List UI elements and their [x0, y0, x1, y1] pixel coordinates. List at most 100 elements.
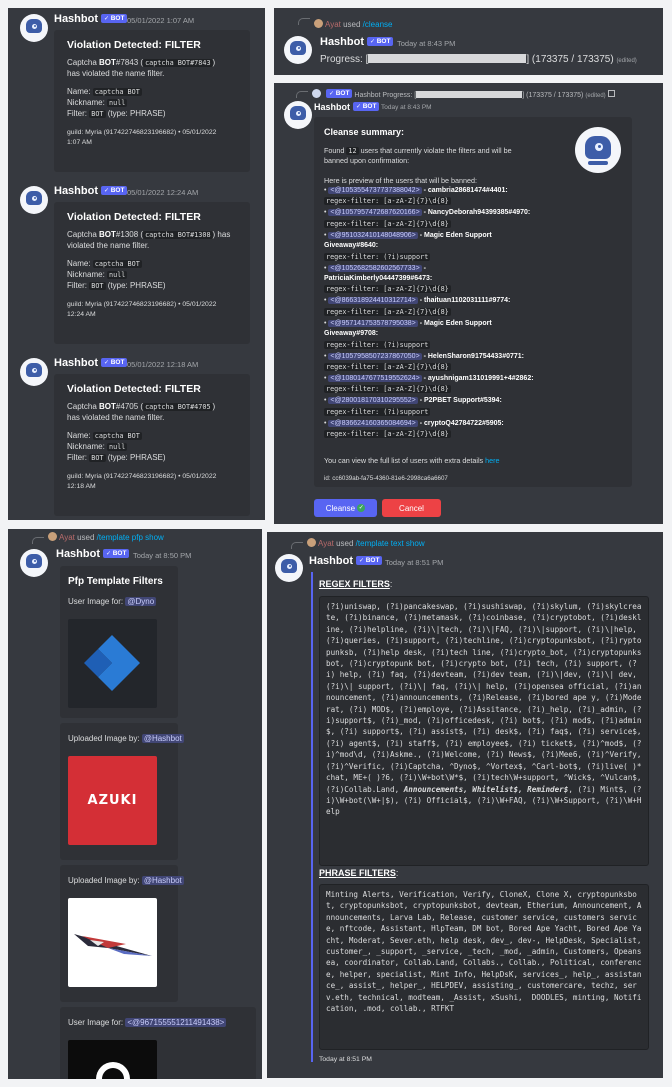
hashbot-avatar[interactable]	[284, 101, 312, 129]
user-mention[interactable]: <@1052682582602567733>	[328, 264, 422, 272]
hashbot-avatar[interactable]	[20, 186, 48, 214]
user-line: • <@1057958507237867050> - HelenSharon91…	[324, 352, 524, 360]
dyno-image[interactable]	[68, 619, 157, 708]
hashbot-thumbnail	[575, 127, 621, 173]
user-line: • <@951032410148048906> - Magic Eden Sup…	[324, 231, 492, 239]
user-mention[interactable]: <@1080147677519552624>	[328, 375, 422, 382]
reply-context[interactable]: Ayat used /cleanse	[314, 19, 392, 29]
user-mention[interactable]: <@836624160365084694>	[328, 419, 418, 427]
embed-title: Violation Detected: FILTER	[67, 39, 201, 51]
pfp-embed-3: Uploaded Image by: @Hashbot	[60, 865, 184, 1002]
reply-context[interactable]: Ayat used /template text show	[307, 538, 425, 548]
username-text: Hashbot	[314, 102, 350, 112]
uploaded-image[interactable]	[68, 898, 157, 987]
filter-line: regex-filter: [a-zA-Z]{7}\d{8}	[324, 384, 624, 395]
cleanse-embed: Cleanse summary: Found 12 users that cur…	[314, 117, 632, 487]
reply-context[interactable]: BOT Hashbot Progress: [] (173375 / 17337…	[312, 89, 615, 99]
hashbot-avatar[interactable]	[20, 549, 48, 577]
banned-user-entry: • <@1053554737737388042> - cambria286814…	[324, 186, 624, 208]
bot-badge: BOT	[103, 549, 130, 558]
username[interactable]: HashbotBOT	[309, 555, 383, 567]
username-text: Hashbot	[54, 13, 98, 25]
banned-user-entry: • <@836624160365084694> - cryptoQ4278472…	[324, 419, 624, 441]
user-mention[interactable]: <@957141753578795038>	[328, 319, 418, 327]
user-line: • <@836624160365084694> - cryptoQ4278472…	[324, 419, 504, 427]
cleanse-id: id: cc6039ab-fa75-4360-81e6-2998ca6a6607	[324, 475, 448, 482]
command-link[interactable]: /template text show	[356, 539, 425, 548]
message-timestamp: Today at 8:43 PM	[381, 104, 432, 111]
violation-line-2: has violated the name filter.	[67, 413, 165, 422]
embed-footer-time: 12:18 AM	[67, 483, 96, 490]
message-timestamp: 05/01/2022 12:18 AM	[127, 360, 199, 369]
user-line-cont: PatriciaKimberly04447399#6473:	[324, 275, 433, 282]
username[interactable]: HashbotBOT	[320, 36, 394, 48]
username[interactable]: HashbotBOT	[56, 548, 130, 560]
command-link[interactable]: /template pfp show	[97, 533, 164, 542]
command-link[interactable]: /cleanse	[363, 20, 393, 29]
username[interactable]: HashbotBOT	[314, 102, 380, 112]
filter-code: regex-filter: [a-zA-Z]{7}\d{8}	[324, 307, 451, 316]
embed-title: Pfp Template Filters	[68, 576, 163, 587]
violation-line-2: violated the name filter.	[67, 241, 150, 250]
user-mention[interactable]: <@280018170310295552>	[328, 397, 418, 405]
violation-embed: Violation Detected: FILTER Captcha BOT#4…	[54, 374, 250, 516]
full-list-link[interactable]: here	[485, 456, 499, 465]
user-mention[interactable]: @Dyno	[125, 597, 157, 606]
user-line: • <@1080147677519552624> - ayushnigam131…	[324, 375, 534, 382]
user-mention[interactable]: <@866318924410312714>	[328, 297, 418, 305]
banned-user-entry: • <@1052682582602567733> - PatriciaKimber…	[324, 264, 624, 296]
user-mention[interactable]: <@1053554737737388042>	[328, 187, 422, 194]
filter-line: regex-filter: [a-zA-Z]{7}\d{8}	[324, 284, 624, 295]
reply-spine	[291, 542, 303, 549]
bot-badge: BOT	[101, 186, 128, 195]
embed-accent-bar	[311, 572, 313, 1062]
reply-spine	[296, 91, 308, 98]
pfp-template-panel: Ayat used /template pfp show HashbotBOT …	[8, 529, 262, 1079]
user-mention[interactable]: @Hashbot	[141, 734, 184, 743]
violation-embed: Violation Detected: FILTER Captcha BOT#7…	[54, 30, 250, 172]
reply-spine	[32, 537, 44, 544]
username-text: Hashbot	[320, 36, 364, 48]
embed-footer-time: 12:24 AM	[67, 311, 96, 318]
progress-bar-mini	[416, 91, 523, 98]
user-line-cont: Giveaway#8640:	[324, 242, 379, 250]
hashbot-avatar[interactable]	[284, 36, 312, 64]
user-mention[interactable]: <@967155551211491438>	[125, 1018, 227, 1027]
image-owner-line: User Image for: <@967155551211491438>	[68, 1018, 227, 1027]
banned-user-entry: • <@951032410148048906> - Magic Eden Sup…	[324, 231, 624, 263]
user-avatar-small	[48, 532, 57, 541]
filter-line: regex-filter: [a-zA-Z]{7}\d{8}	[324, 362, 624, 373]
bot-badge: BOT	[367, 37, 394, 46]
check-icon: ✓	[357, 504, 366, 512]
filter-field: Filter: BOT (type: PHRASE)	[67, 453, 166, 462]
user-mention[interactable]: <@1057957472687620166>	[328, 209, 422, 217]
user-mention[interactable]: @Hashbot	[141, 876, 184, 885]
filter-line: regex-filter: (?i)support	[324, 252, 624, 263]
progress-bar-fill	[368, 54, 527, 63]
filter-code: regex-filter: [a-zA-Z]{7}\d{8}	[324, 219, 451, 228]
username[interactable]: HashbotBOT	[54, 13, 128, 25]
user-line: • <@1057957472687620166> - NancyDeborah9…	[324, 209, 531, 217]
azuki-image[interactable]: AZUKI	[68, 756, 157, 845]
progress-line: Progress: [] (173375 / 173375) (edited)	[320, 54, 637, 65]
full-list-line: You can view the full list of users with…	[324, 456, 500, 465]
user-image[interactable]	[68, 1040, 157, 1079]
hashbot-avatar[interactable]	[275, 554, 303, 582]
user-line: • <@866318924410312714> - thaituan110203…	[324, 297, 511, 305]
embed-footer-time: 1:07 AM	[67, 139, 92, 146]
reply-spine	[298, 18, 310, 25]
username[interactable]: HashbotBOT	[54, 357, 128, 369]
filter-code: regex-filter: (?i)support	[324, 340, 431, 349]
reply-context[interactable]: Ayat used /template pfp show	[48, 532, 164, 542]
hashbot-avatar[interactable]	[20, 14, 48, 42]
cleanse-button[interactable]: Cleanse ✓	[314, 499, 377, 517]
message-timestamp: Today at 8:51 PM	[385, 558, 444, 567]
regex-filters-heading: REGEX FILTERS:	[319, 579, 393, 589]
user-line: • <@1052682582602567733> -	[324, 264, 426, 272]
user-mention[interactable]: <@1057958507237867050>	[328, 352, 422, 360]
hashbot-avatar[interactable]	[20, 358, 48, 386]
user-mention[interactable]: <@951032410148048906>	[328, 231, 418, 239]
username[interactable]: HashbotBOT	[54, 185, 128, 197]
cancel-button[interactable]: Cancel	[382, 499, 441, 517]
number-logo-icon	[96, 1062, 130, 1079]
